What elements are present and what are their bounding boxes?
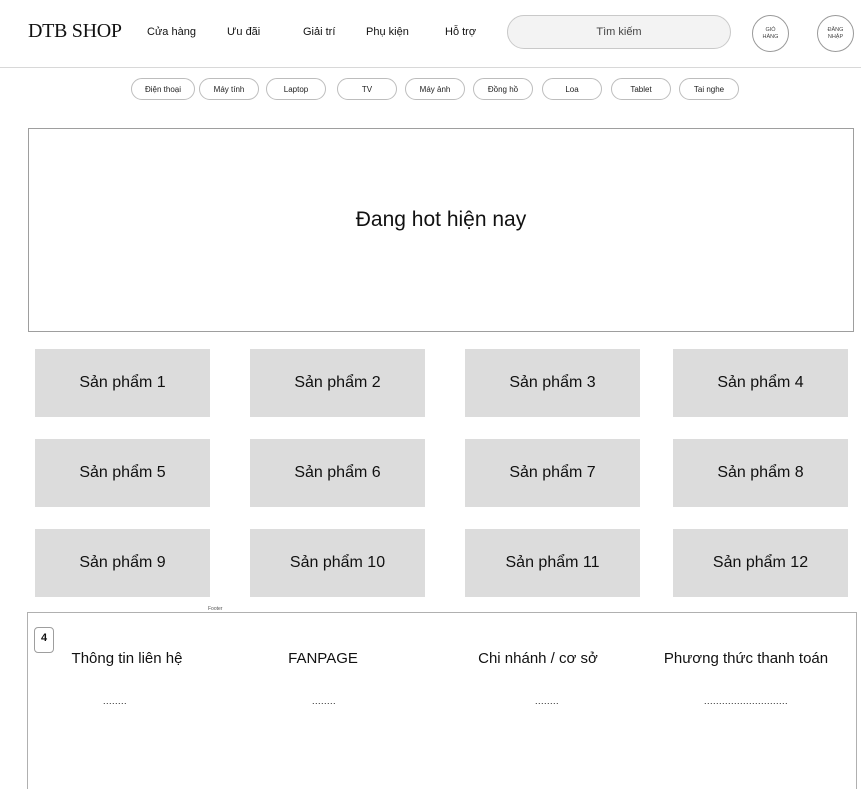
- page: DTB SHOP Cửa hàng Ưu đãi Giải trí Phụ ki…: [0, 0, 861, 789]
- footer-value-payment: ............................: [703, 696, 789, 706]
- nav-item-deals[interactable]: Ưu đãi: [227, 26, 260, 38]
- nav-item-accessories[interactable]: Phụ kiện: [366, 26, 409, 38]
- nav-item-store[interactable]: Cửa hàng: [147, 26, 196, 38]
- product-card-5[interactable]: Sản phẩm 5: [35, 439, 210, 507]
- product-card-8[interactable]: Sản phẩm 8: [673, 439, 848, 507]
- cart-button[interactable]: GIỎ HÀNG: [752, 15, 789, 52]
- category-pill-phone[interactable]: Điện thoại: [131, 78, 195, 100]
- product-card-1[interactable]: Sản phẩm 1: [35, 349, 210, 417]
- search-input[interactable]: [507, 15, 731, 49]
- product-card-12[interactable]: Sản phẩm 12: [673, 529, 848, 597]
- nav-item-support[interactable]: Hỗ trợ: [445, 26, 476, 38]
- category-pill-headphones[interactable]: Tai nghe: [679, 78, 739, 100]
- header: DTB SHOP Cửa hàng Ưu đãi Giải trí Phụ ki…: [0, 0, 861, 68]
- category-pill-tv[interactable]: TV: [337, 78, 397, 100]
- header-divider: [0, 67, 861, 68]
- footer-value-branches: ........: [534, 696, 560, 706]
- shop-logo[interactable]: DTB SHOP: [28, 20, 122, 43]
- category-pill-tablet[interactable]: Tablet: [611, 78, 671, 100]
- footer-heading-fanpage[interactable]: FANPAGE: [288, 650, 358, 667]
- category-pill-camera[interactable]: Máy ảnh: [405, 78, 465, 100]
- footer-heading-contact: Thông tin liên hệ: [71, 650, 183, 667]
- product-card-6[interactable]: Sản phẩm 6: [250, 439, 425, 507]
- product-card-10[interactable]: Sản phẩm 10: [250, 529, 425, 597]
- product-card-2[interactable]: Sản phẩm 2: [250, 349, 425, 417]
- annotation-badge: 4: [34, 627, 54, 653]
- category-pill-watch[interactable]: Đồng hồ: [473, 78, 533, 100]
- category-pill-computer[interactable]: Máy tính: [199, 78, 259, 100]
- hero-title: Đang hot hiện nay: [355, 208, 527, 231]
- hero-banner[interactable]: Đang hot hiện nay: [28, 128, 854, 332]
- footer-heading-payment: Phương thức thanh toán: [663, 650, 829, 667]
- product-card-3[interactable]: Sản phẩm 3: [465, 349, 640, 417]
- footer-value-contact: ........: [102, 696, 128, 706]
- product-card-4[interactable]: Sản phẩm 4: [673, 349, 848, 417]
- product-card-11[interactable]: Sản phẩm 11: [465, 529, 640, 597]
- product-card-9[interactable]: Sản phẩm 9: [35, 529, 210, 597]
- category-pill-laptop[interactable]: Laptop: [266, 78, 326, 100]
- category-pill-speaker[interactable]: Loa: [542, 78, 602, 100]
- product-card-7[interactable]: Sản phẩm 7: [465, 439, 640, 507]
- footer-value-fanpage: ........: [311, 696, 337, 706]
- footer-heading-branches: Chi nhánh / cơ sở: [478, 650, 598, 667]
- login-button[interactable]: ĐĂNG NHẬP: [817, 15, 854, 52]
- nav-item-entertainment[interactable]: Giải trí: [303, 26, 335, 38]
